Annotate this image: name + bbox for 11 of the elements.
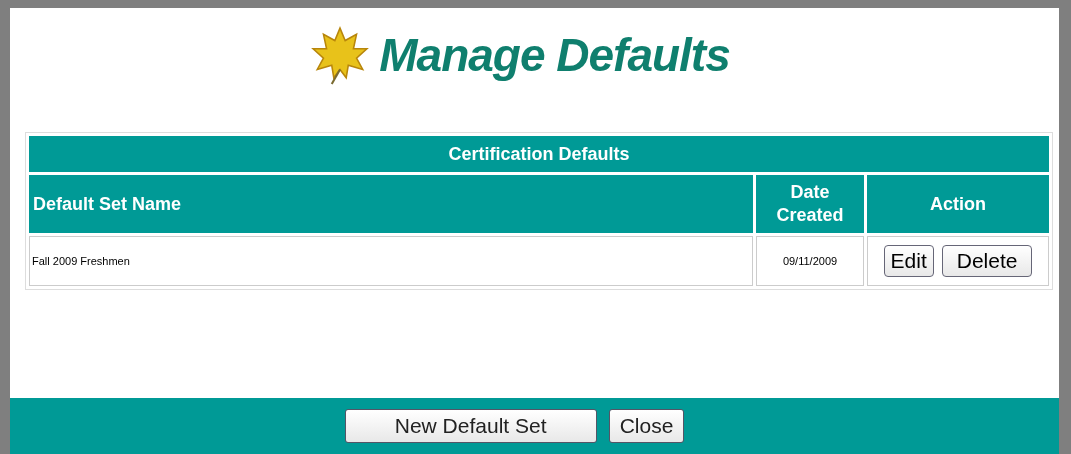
table-cell: 09/11/2009 xyxy=(756,236,864,286)
table-caption: Certification Defaults xyxy=(29,136,1049,172)
close-button[interactable]: Close xyxy=(608,409,685,443)
column-header: Default Set Name xyxy=(29,175,753,233)
page-title: Manage Defaults xyxy=(379,28,730,82)
new-default-set-button[interactable]: New Default Set xyxy=(344,409,597,443)
table-cell: Fall 2009 Freshmen xyxy=(29,236,753,286)
column-header: Action xyxy=(867,175,1049,233)
delete-button[interactable]: Delete xyxy=(941,245,1033,277)
edit-button[interactable]: Edit xyxy=(883,245,934,277)
column-header: Date Created xyxy=(756,175,864,233)
